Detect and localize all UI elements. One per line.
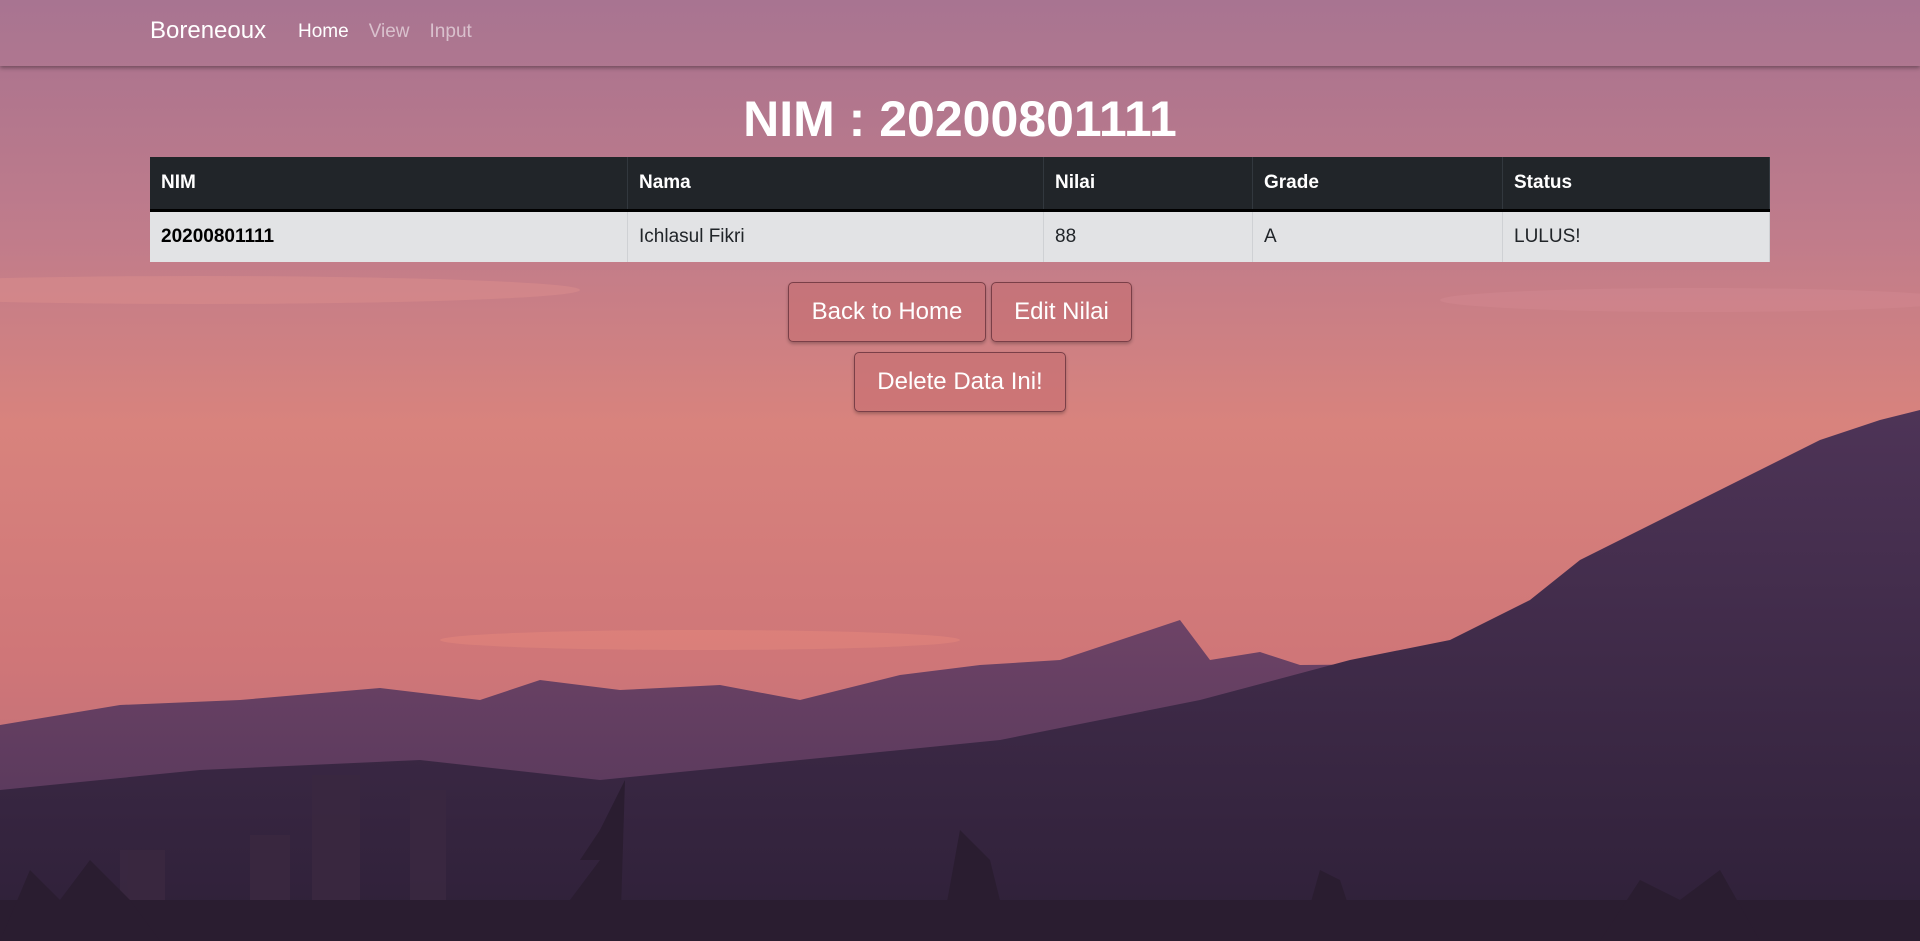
nav-link-home[interactable]: Home	[298, 21, 349, 43]
nav-link-view[interactable]: View	[369, 21, 410, 43]
header-nim: NIM	[150, 157, 628, 212]
grades-table: NIM Nama Nilai Grade Status 20200801111 …	[150, 157, 1770, 262]
header-grade: Grade	[1252, 157, 1503, 212]
cell-nama: Ichlasul Fikri	[627, 210, 1044, 262]
table-header-row: NIM Nama Nilai Grade Status	[150, 157, 1770, 212]
nav-links: Home View Input	[298, 21, 472, 43]
header-nilai: Nilai	[1043, 157, 1253, 212]
header-nama: Nama	[627, 157, 1044, 212]
delete-data-button[interactable]: Delete Data Ini!	[854, 352, 1066, 412]
cell-status: LULUS!	[1502, 210, 1770, 262]
header-status: Status	[1502, 157, 1770, 212]
top-navbar: Boreneoux Home View Input	[0, 0, 1920, 66]
edit-nilai-button[interactable]: Edit Nilai	[991, 282, 1132, 342]
back-to-home-button[interactable]: Back to Home	[788, 282, 986, 342]
nav-link-input[interactable]: Input	[430, 21, 472, 43]
cell-grade: A	[1252, 210, 1503, 262]
cell-nim: 20200801111	[150, 210, 628, 262]
page-title: NIM : 20200801111	[743, 91, 1177, 147]
table-row: 20200801111 Ichlasul Fikri 88 A LULUS!	[150, 210, 1770, 262]
cell-nilai: 88	[1043, 210, 1253, 262]
brand-link[interactable]: Boreneoux	[150, 17, 266, 45]
